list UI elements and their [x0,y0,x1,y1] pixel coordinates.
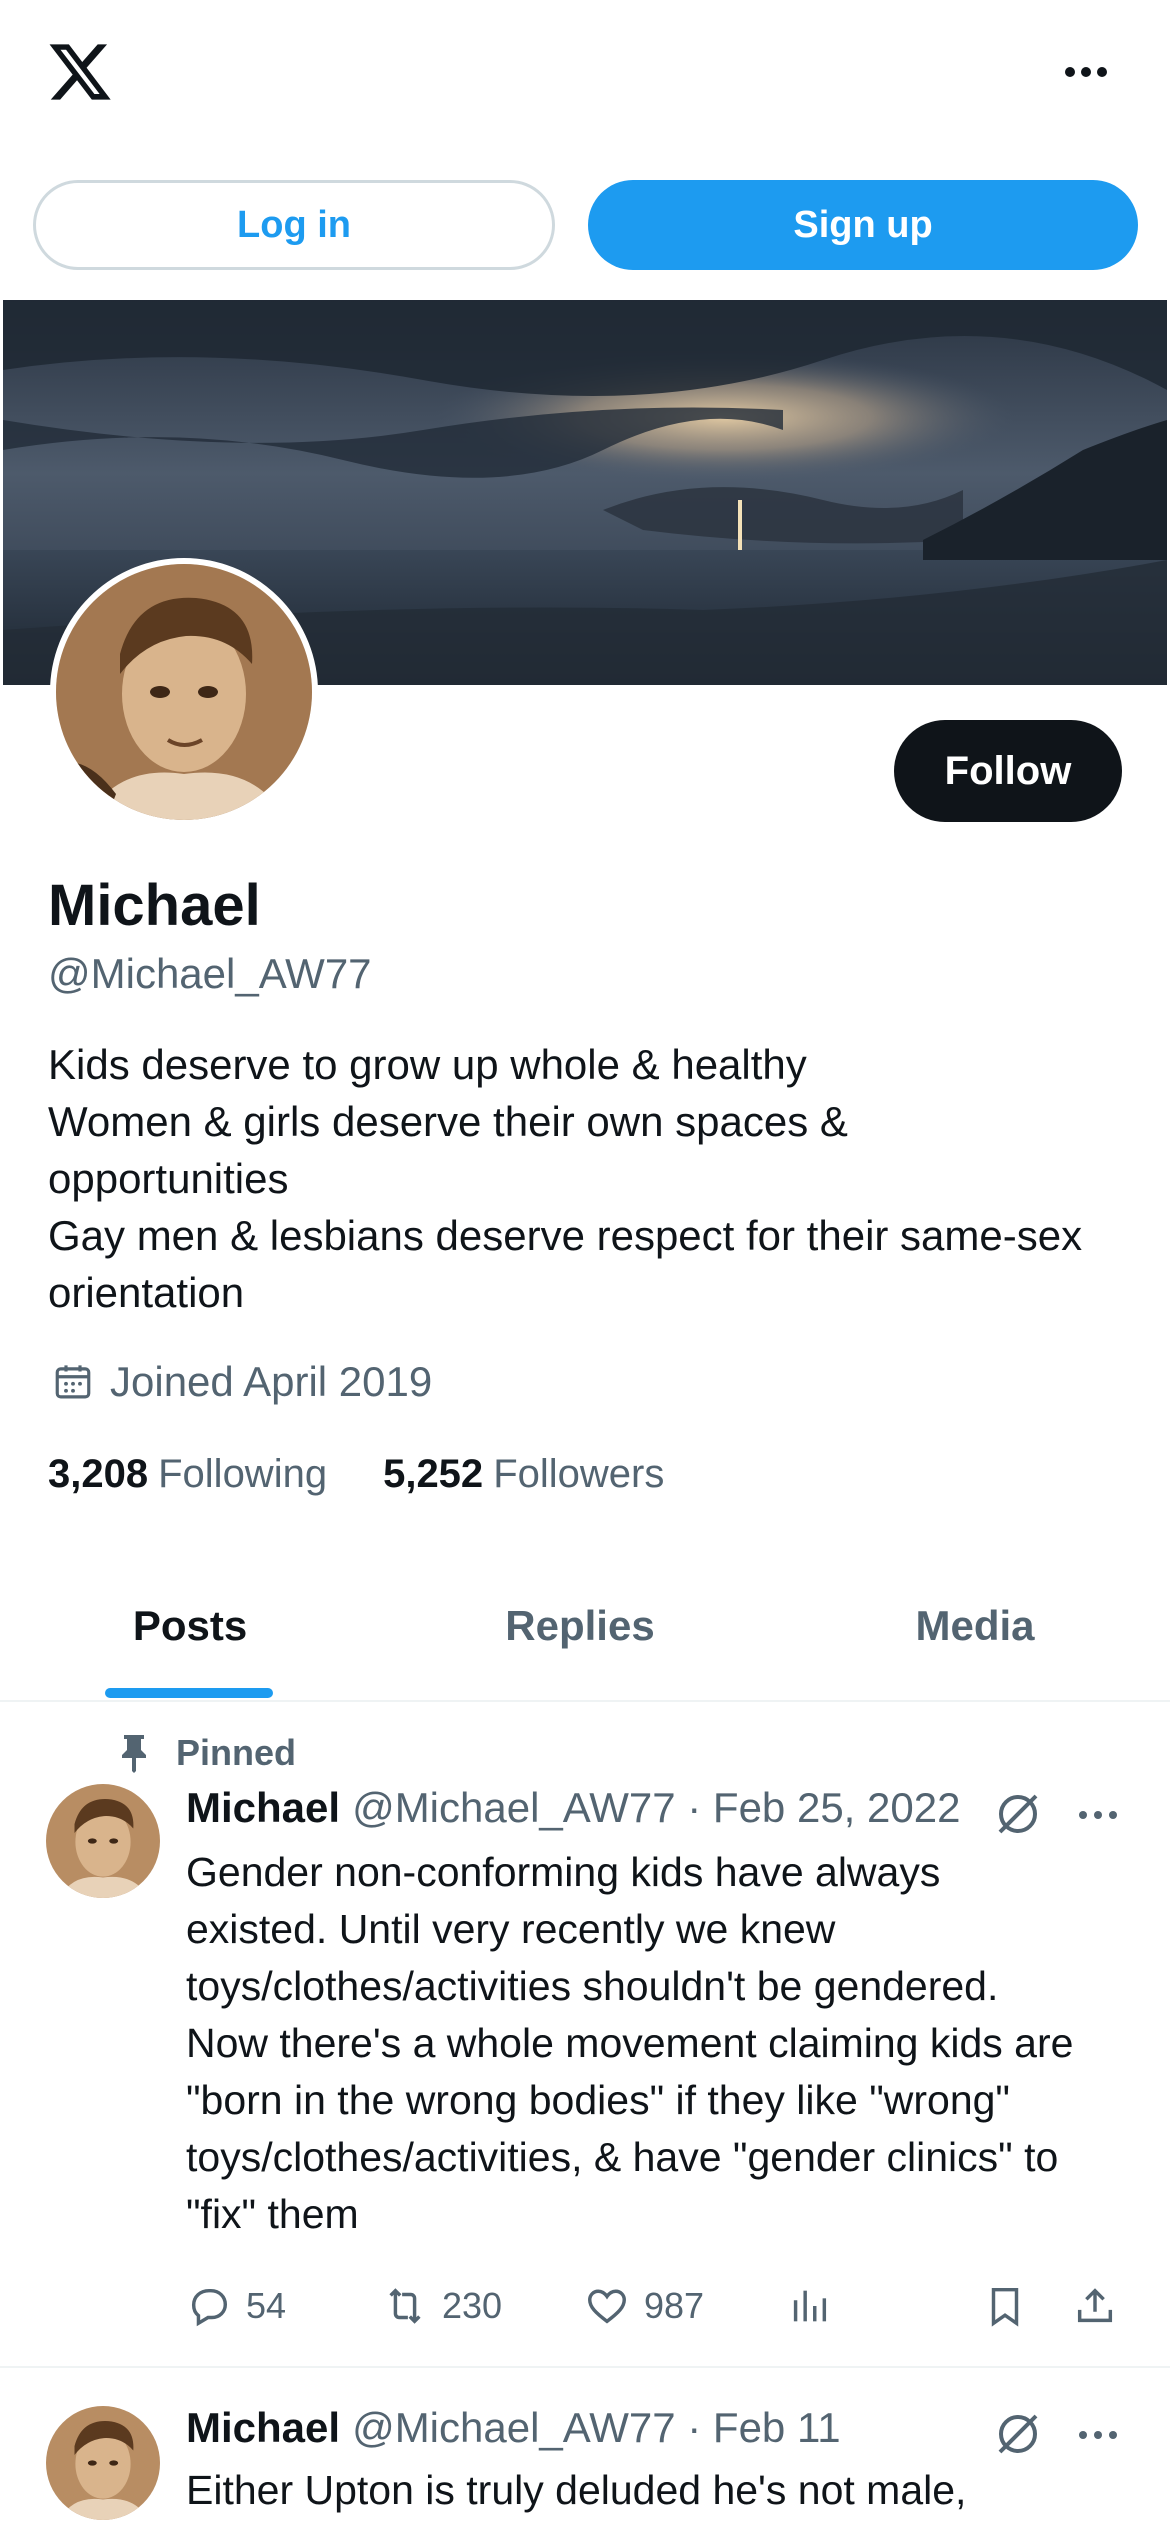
post-more-icon[interactable] [1070,2420,1126,2450]
post-actions: 54 230 987 [186,2276,1126,2336]
post-text-line: Gender non-conforming kids have always [186,1849,941,1895]
following-label: Following [158,1452,328,1496]
bio-line: Gay men & lesbians deserve respect for t… [48,1212,1083,1259]
profile-tabs: Posts Replies Media [0,1570,1170,1702]
repost-icon [389,2288,421,2324]
post-text-line: existed. Until very recently we knew [186,1906,836,1952]
calendar-icon [55,1365,91,1399]
active-tab-indicator [105,1688,273,1698]
post-text-line: "born in the wrong bodies" if they like … [186,2077,1010,2123]
top-bar [0,0,1170,150]
following-link[interactable]: 3,208 Following [48,1452,327,1497]
post-handle-date: @Michael_AW77 · Feb 11 [352,2404,841,2451]
repost-count: 230 [442,2285,503,2326]
pinned-text: Pinned [176,1732,297,1773]
bookmark-icon [991,2287,1019,2327]
views-button[interactable] [786,2276,846,2336]
post-text-line: Either Upton is truly deluded he's not m… [186,2467,967,2513]
pin-icon [122,1735,146,1773]
signup-button[interactable]: Sign up [588,180,1138,270]
more-options-icon[interactable] [1054,52,1118,92]
tab-replies[interactable]: Replies [390,1570,770,1700]
repost-button[interactable]: 230 [382,2276,502,2336]
follow-stats: 3,208 Following 5,252 Followers [48,1452,664,1497]
post-author-name[interactable]: Michael [186,1784,340,1832]
bookmark-button[interactable] [982,2276,1042,2336]
share-icon [1077,2288,1113,2323]
bio-line: orientation [48,1269,245,1316]
grok-icon[interactable] [994,1790,1042,1838]
reply-count: 54 [246,2285,287,2326]
profile-bio: Kids deserve to grow up whole & healthy … [48,1036,1138,1321]
joined-text: Joined April 2019 [110,1358,433,1405]
post-text-line: toys/clothes/activities shouldn't be gen… [186,1963,999,2009]
follow-button[interactable]: Follow [894,720,1122,822]
analytics-icon [793,2290,827,2322]
bio-line: Women & girls deserve their own spaces & [48,1098,848,1145]
like-button[interactable]: 987 [584,2276,704,2336]
post-handle-date: @Michael_AW77 · Feb 25, 2022 [352,1784,961,1831]
post-text-line: toys/clothes/activities, & have "gender … [186,2134,1059,2180]
post-header: Michael @Michael_AW77 · Feb 11 [186,2404,841,2452]
followers-link[interactable]: 5,252 Followers [383,1452,664,1497]
x-logo-icon[interactable] [46,38,114,106]
post-avatar[interactable] [46,1784,160,1898]
login-button[interactable]: Log in [33,180,555,270]
bio-line: Kids deserve to grow up whole & healthy [48,1041,807,1088]
post-text: Either Upton is truly deluded he's not m… [186,2462,1146,2519]
tab-media[interactable]: Media [780,1570,1170,1700]
heart-icon [588,2289,626,2324]
reply-button[interactable]: 54 [186,2276,286,2336]
following-count: 3,208 [48,1452,149,1496]
followers-label: Followers [493,1452,665,1496]
post-text-line: "fix" them [186,2191,359,2237]
followers-count: 5,252 [383,1452,484,1496]
grok-icon[interactable] [994,2410,1042,2458]
post-author-name[interactable]: Michael [186,2404,340,2452]
post-text: Gender non-conforming kids have always e… [186,1844,1146,2243]
reply-icon [191,2288,228,2327]
post-text-line: Now there's a whole movement claiming ki… [186,2020,1074,2066]
pinned-label: Pinned [118,1732,296,1774]
bio-line: opportunities [48,1155,289,1202]
post-more-icon[interactable] [1070,1800,1126,1830]
profile-handle: @Michael_AW77 [48,950,372,997]
joined-date: Joined April 2019 [52,1358,432,1406]
share-button[interactable] [1072,2276,1132,2336]
profile-name: Michael [48,873,261,938]
post-item[interactable]: Michael @Michael_AW77 · Feb 11 Either Up… [0,2370,1170,2532]
like-count: 987 [644,2285,705,2326]
profile-avatar[interactable] [50,558,318,826]
post-item[interactable]: Pinned Michael @Michael_AW77 · Feb 25, 2… [0,1704,1170,2368]
post-avatar[interactable] [46,2406,160,2520]
post-header: Michael @Michael_AW77 · Feb 25, 2022 [186,1784,960,1832]
tab-posts[interactable]: Posts [0,1570,380,1700]
